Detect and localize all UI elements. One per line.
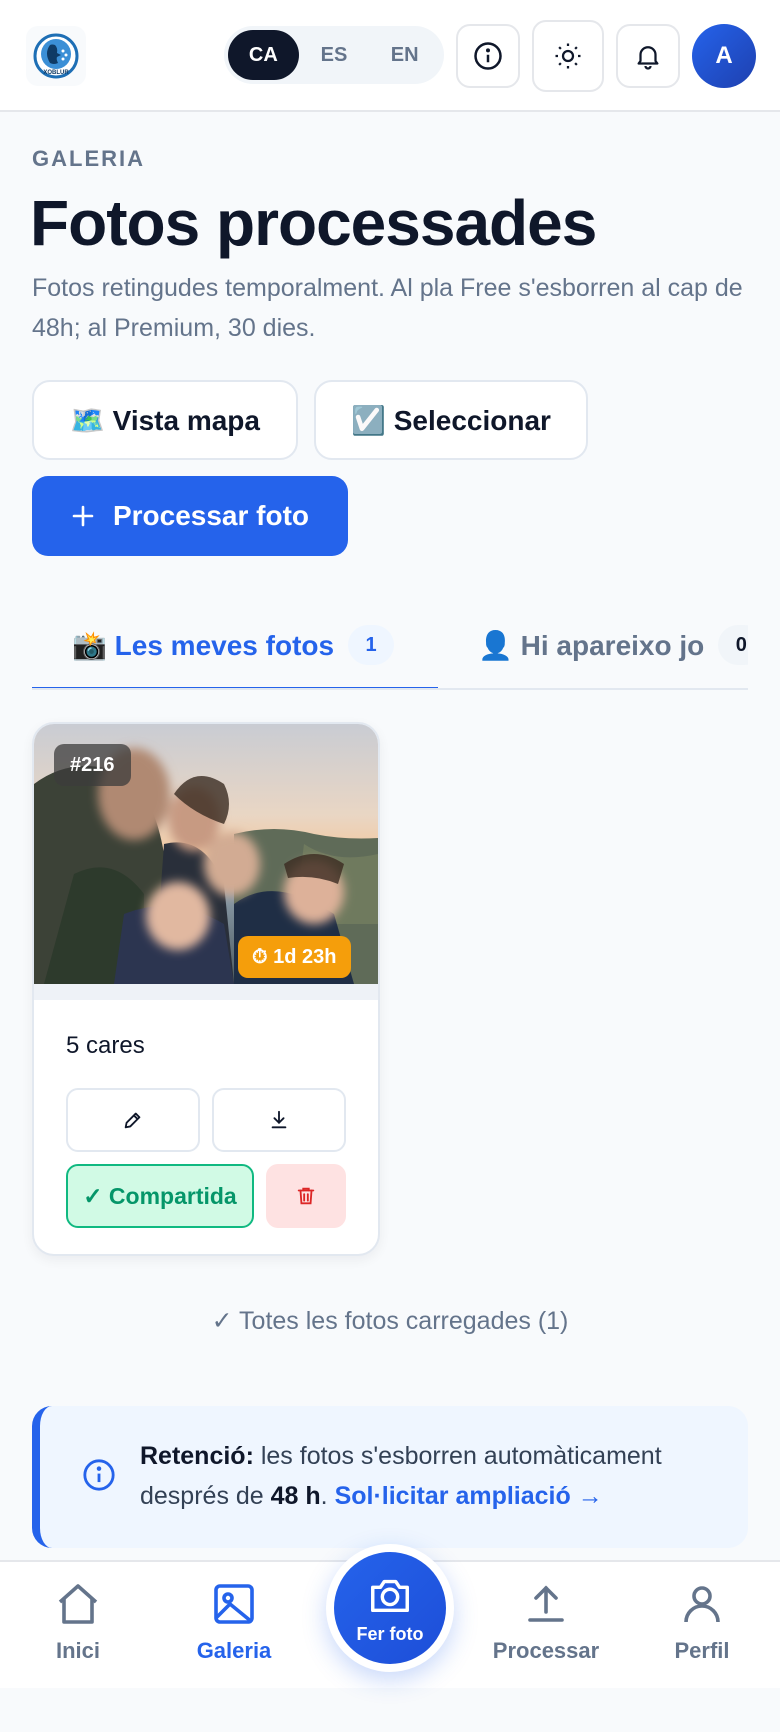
trash-icon bbox=[297, 1187, 315, 1205]
theme-toggle-button[interactable] bbox=[532, 20, 604, 92]
expiry-timer-badge: ⏱ 1d 23h bbox=[238, 936, 351, 978]
map-view-button[interactable]: 🗺️ Vista mapa bbox=[32, 380, 298, 460]
photo-card[interactable]: #216 ⏱ 1d 23h 5 cares ✓ Compartida bbox=[32, 722, 380, 1256]
nav-gallery-label: Galeria bbox=[196, 1638, 272, 1663]
camera-icon bbox=[371, 1579, 409, 1612]
take-photo-label: Fer foto bbox=[356, 1623, 424, 1644]
user-avatar[interactable]: A bbox=[692, 24, 756, 88]
tab-appear-in-count: 0 bbox=[718, 625, 748, 665]
tab-my-photos-label: 📸 Les meves fotos bbox=[72, 629, 335, 661]
nav-process-label: Processar bbox=[492, 1638, 600, 1663]
page-title: Fotos processades bbox=[30, 187, 597, 259]
pencil-icon bbox=[124, 1112, 141, 1129]
active-tab-indicator bbox=[32, 687, 438, 688]
section-eyebrow: GALERIA bbox=[32, 146, 145, 171]
user-icon bbox=[684, 1586, 720, 1623]
svg-text:XOBLUR: XOBLUR bbox=[43, 70, 69, 76]
image-icon bbox=[214, 1584, 254, 1624]
photo-thumbnail[interactable]: #216 ⏱ 1d 23h bbox=[34, 724, 378, 984]
take-photo-fab[interactable]: Fer foto bbox=[326, 1544, 454, 1672]
tab-appear-in[interactable]: 👤 Hi apareixo jo 0 bbox=[478, 600, 748, 688]
plus-icon bbox=[72, 505, 94, 527]
nav-home[interactable]: Inici bbox=[8, 1580, 148, 1664]
retention-label: Retenció: bbox=[140, 1442, 254, 1470]
retention-hours: 48 h bbox=[270, 1482, 321, 1510]
nav-profile[interactable]: Perfil bbox=[632, 1580, 772, 1664]
request-extension-link[interactable]: Sol·licitar ampliació → bbox=[335, 1482, 603, 1510]
info-button[interactable] bbox=[456, 24, 520, 88]
tab-my-photos[interactable]: 📸 Les meves fotos 1 bbox=[72, 600, 395, 688]
download-icon bbox=[271, 1110, 287, 1129]
face-count: 5 cares bbox=[66, 1032, 145, 1059]
upload-icon bbox=[528, 1585, 564, 1622]
info-icon bbox=[474, 42, 502, 70]
process-photo-label: Processar foto bbox=[112, 500, 310, 531]
lang-es-button[interactable]: ES bbox=[299, 30, 370, 80]
face-blur-logo-icon: XOBLUR bbox=[33, 33, 79, 79]
edit-photo-button[interactable] bbox=[66, 1088, 200, 1152]
bell-icon bbox=[637, 46, 659, 70]
select-button[interactable]: ☑️ Seleccionar bbox=[314, 380, 588, 460]
page-subtitle: Fotos retingudes temporalment. Al pla Fr… bbox=[32, 274, 743, 342]
tab-my-photos-count: 1 bbox=[348, 625, 395, 665]
photo-card-divider bbox=[34, 984, 378, 1000]
process-photo-button[interactable]: Processar foto bbox=[32, 476, 348, 556]
lang-ca-button[interactable]: CA bbox=[228, 30, 299, 80]
gallery-tabs: 📸 Les meves fotos 1 👤 Hi apareixo jo 0 bbox=[32, 600, 748, 690]
lang-en-button[interactable]: EN bbox=[369, 30, 440, 80]
map-view-label: 🗺️ Vista mapa bbox=[70, 404, 260, 436]
nav-process[interactable]: Processar bbox=[476, 1580, 616, 1664]
retention-info-text: Retenció: les fotos s'esborren automàtic… bbox=[140, 1436, 730, 1516]
shared-toggle-button[interactable]: ✓ Compartida bbox=[66, 1164, 254, 1228]
tab-appear-in-label: 👤 Hi apareixo jo bbox=[478, 629, 705, 661]
nav-profile-label: Perfil bbox=[674, 1638, 730, 1663]
nav-home-label: Inici bbox=[55, 1638, 100, 1663]
nav-gallery[interactable]: Galeria bbox=[164, 1580, 304, 1664]
app-logo[interactable]: XOBLUR bbox=[26, 26, 86, 86]
delete-photo-button[interactable] bbox=[266, 1164, 346, 1228]
notifications-button[interactable] bbox=[616, 24, 680, 88]
language-switcher: CA ES EN bbox=[224, 26, 444, 84]
top-header: XOBLUR CA ES EN A bbox=[0, 0, 780, 112]
all-photos-loaded-text: ✓ Totes les fotos carregades (1) bbox=[211, 1307, 569, 1335]
retention-info-box: Retenció: les fotos s'esborren automàtic… bbox=[32, 1406, 748, 1548]
select-label: ☑️ Seleccionar bbox=[351, 404, 551, 436]
retention-text-after: . bbox=[320, 1482, 335, 1510]
home-icon bbox=[58, 1584, 98, 1624]
info-circle-icon bbox=[83, 1459, 115, 1491]
photo-id-badge: #216 bbox=[54, 744, 131, 786]
sun-icon bbox=[555, 43, 581, 69]
download-photo-button[interactable] bbox=[212, 1088, 346, 1152]
take-photo-button[interactable]: Fer foto bbox=[334, 1552, 446, 1664]
